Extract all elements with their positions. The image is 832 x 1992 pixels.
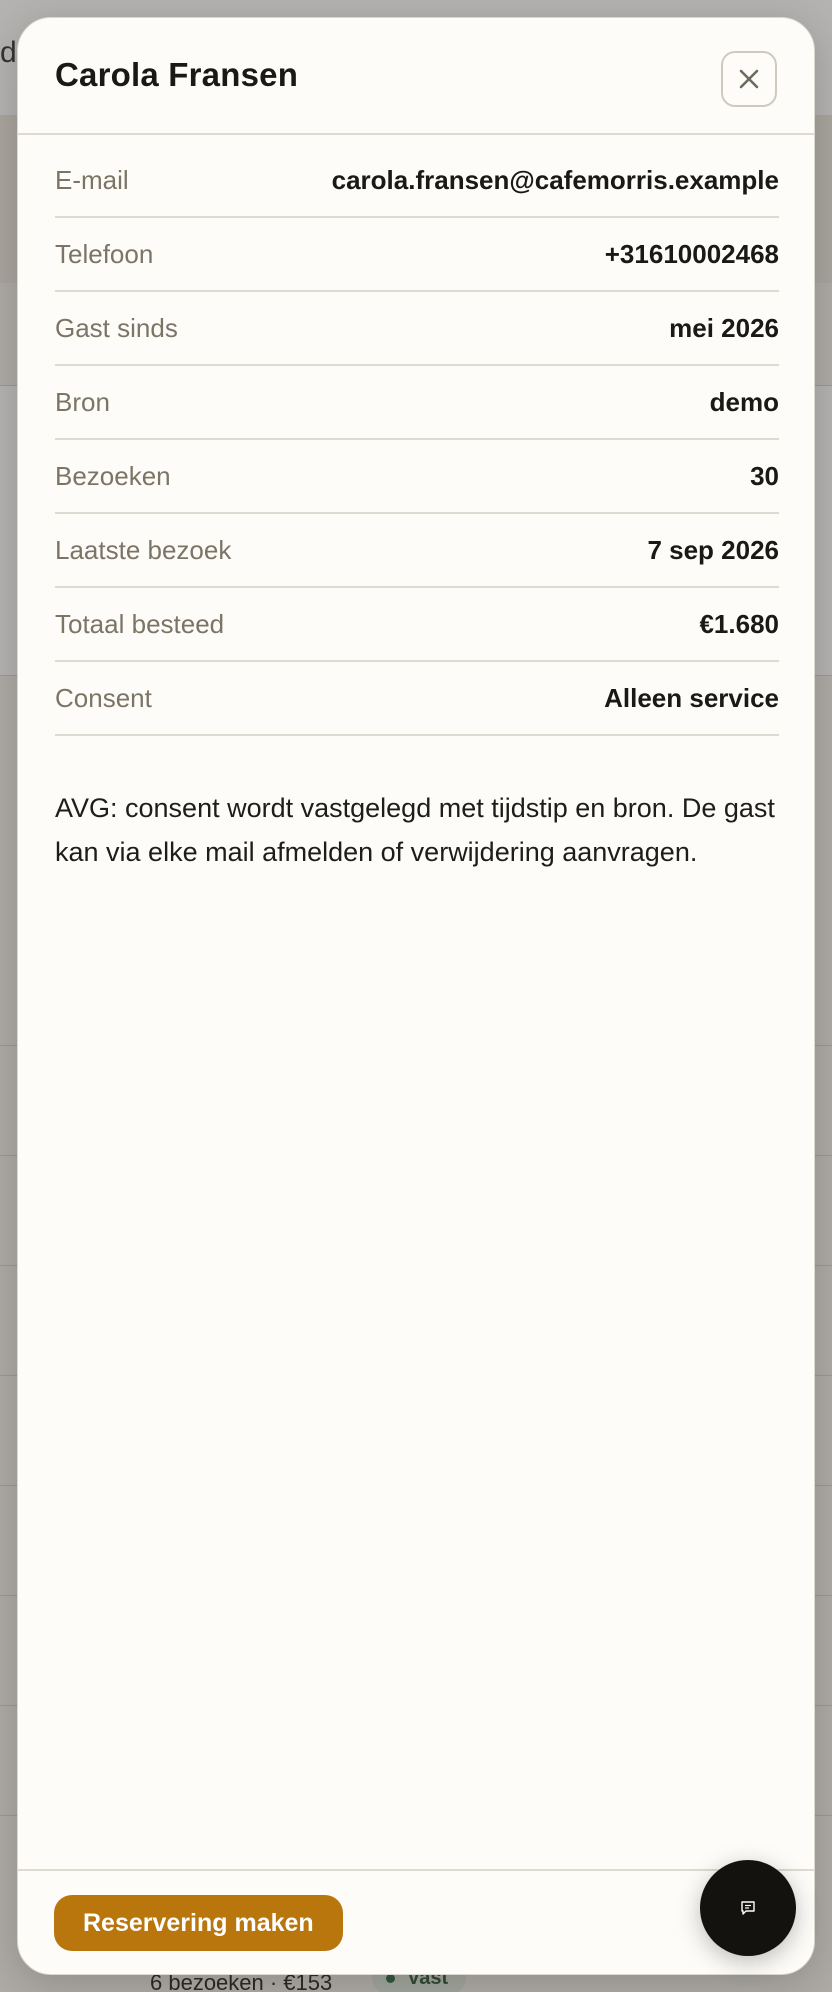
detail-label: Consent [55, 682, 152, 713]
detail-row-total-spent: Totaal besteed €1.680 [55, 588, 779, 662]
privacy-note: AVG: consent wordt vastgelegd met tijdst… [55, 793, 775, 867]
modal-footer: Reservering maken [18, 1869, 814, 1974]
detail-row-phone: Telefoon +31610002468 [55, 218, 779, 292]
detail-row-guest-since: Gast sinds mei 2026 [55, 292, 779, 366]
detail-row-email: E-mail carola.fransen@cafemorris.example [55, 144, 779, 218]
detail-row-source: Bron demo [55, 366, 779, 440]
detail-label: Laatste bezoek [55, 534, 232, 565]
detail-label: Telefoon [55, 238, 154, 269]
close-button[interactable] [721, 51, 777, 107]
chat-button[interactable] [700, 1860, 796, 1956]
guest-detail-modal: Carola Fransen E-mail carola.fransen@caf… [17, 17, 815, 1975]
detail-value: 7 sep 2026 [647, 534, 779, 565]
detail-row-last-visit: Laatste bezoek 7 sep 2026 [55, 514, 779, 588]
detail-row-consent: Consent Alleen service [55, 662, 779, 736]
detail-value: €1.680 [699, 608, 779, 639]
modal-header: Carola Fransen [18, 18, 814, 135]
detail-row-visits: Bezoeken 30 [55, 440, 779, 514]
detail-label: Totaal besteed [55, 608, 225, 639]
close-icon [739, 69, 759, 89]
detail-label: Bron [55, 386, 110, 417]
detail-label: E-mail [55, 164, 129, 195]
detail-label: Bezoeken [55, 460, 171, 491]
detail-value: Alleen service [604, 682, 779, 713]
chat-icon [741, 1901, 755, 1915]
detail-value: +31610002468 [604, 238, 779, 269]
guest-details-list: E-mail carola.fransen@cafemorris.example… [55, 165, 779, 736]
make-reservation-button[interactable]: Reservering maken [54, 1895, 343, 1951]
detail-value: carola.fransen@cafemorris.example [331, 164, 779, 195]
detail-value: mei 2026 [669, 312, 779, 343]
modal-title: Carola Fransen [55, 56, 299, 93]
detail-value: 30 [750, 460, 779, 491]
detail-label: Gast sinds [55, 312, 178, 343]
detail-value: demo [709, 386, 779, 417]
